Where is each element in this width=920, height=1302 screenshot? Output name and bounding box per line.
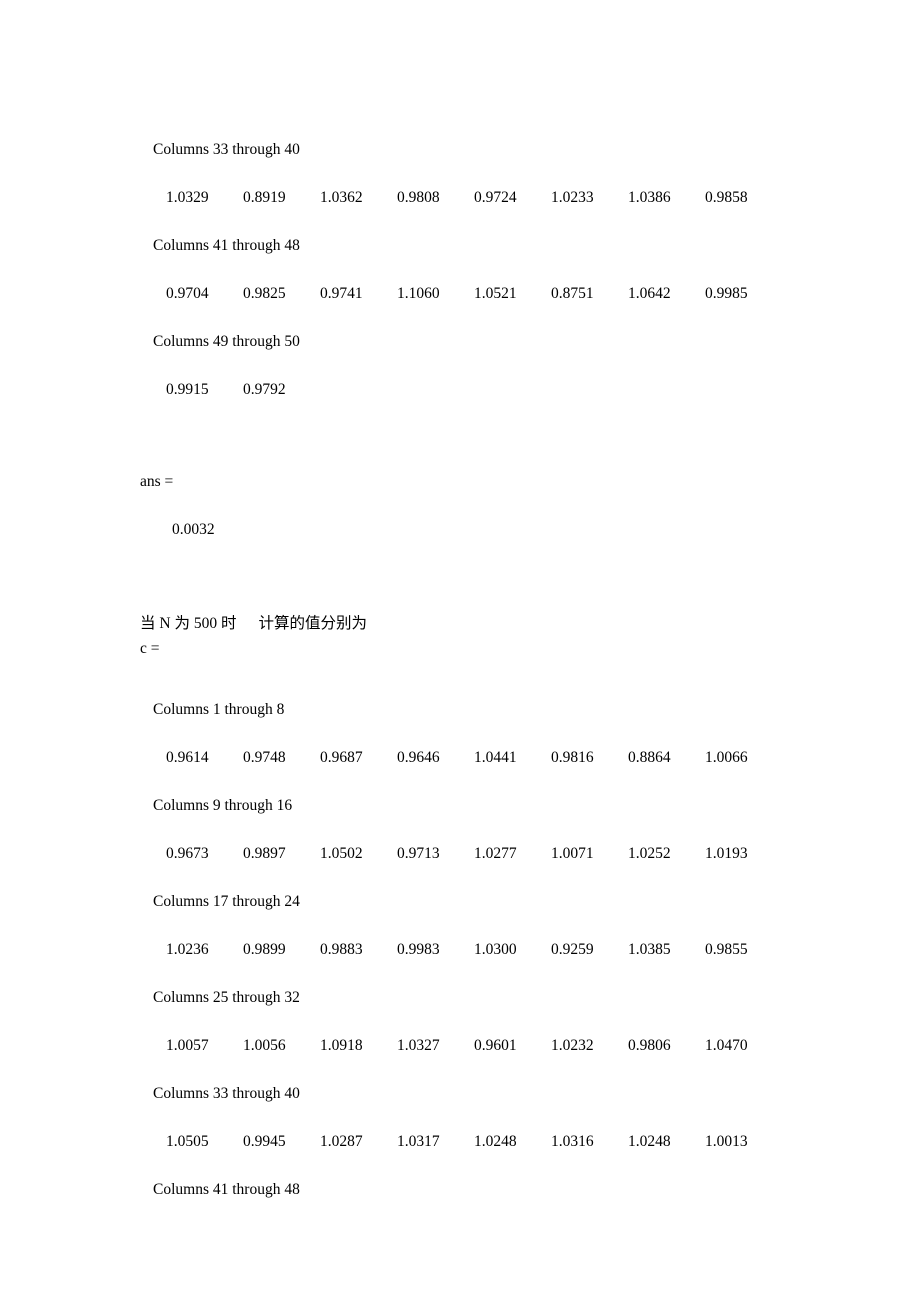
value-cell: 0.9985 — [705, 285, 748, 302]
columns-label: Columns 25 through 32 — [153, 989, 300, 1006]
value-cell: 1.0362 — [320, 189, 363, 206]
value-cell: 1.0441 — [474, 749, 517, 766]
columns-label: Columns 33 through 40 — [153, 1085, 300, 1102]
columns-label: Columns 1 through 8 — [153, 701, 285, 718]
value-cell: 1.0316 — [551, 1133, 594, 1150]
columns-label: Columns 49 through 50 — [153, 333, 300, 350]
columns-label: Columns 33 through 40 — [153, 141, 300, 158]
value-cell: 1.0502 — [320, 845, 363, 862]
value-cell: 1.0470 — [705, 1037, 748, 1054]
columns-label: Columns 41 through 48 — [153, 1181, 300, 1198]
value-cell: 1.0071 — [551, 845, 594, 862]
value-cell: 1.0248 — [628, 1133, 671, 1150]
values-row: 0.9673 0.9897 1.0502 0.9713 1.0277 1.0071 1.02… — [0, 830, 920, 878]
value-cell: 1.0248 — [474, 1133, 517, 1150]
value-cell: 1.0329 — [166, 189, 209, 206]
value-cell: 0.9858 — [705, 189, 748, 206]
value-cell: 1.0287 — [320, 1133, 363, 1150]
value-cell: 0.9673 — [166, 845, 209, 862]
value-cell: 0.9646 — [397, 749, 440, 766]
output-section-previous-n: Columns 33 through 40 1.0329 0.8919 1.0362… — [0, 126, 920, 414]
caption-prefix: 当 N 为 500 时 — [140, 615, 237, 632]
value-cell: 1.0057 — [166, 1037, 209, 1054]
values-row: 0.9915 0.9792 — [0, 366, 920, 414]
value-cell: 0.9808 — [397, 189, 440, 206]
value-cell: 1.0642 — [628, 285, 671, 302]
value-cell: 0.8864 — [628, 749, 671, 766]
value-cell: 0.9945 — [243, 1133, 286, 1150]
value-cell: 0.8919 — [243, 189, 286, 206]
value-cell: 1.0252 — [628, 845, 671, 862]
values-row: 1.0505 0.9945 1.0287 1.0317 1.0248 1.0316 1.02… — [0, 1118, 920, 1166]
values-row: 0.9704 0.9825 0.9741 1.1060 1.0521 0.8751 1.06… — [0, 270, 920, 318]
value-cell: 1.0505 — [166, 1133, 209, 1150]
value-cell: 0.9806 — [628, 1037, 671, 1054]
value-cell: 0.9713 — [397, 845, 440, 862]
value-cell: 1.0236 — [166, 941, 209, 958]
value-cell: 0.9704 — [166, 285, 209, 302]
value-cell: 1.0327 — [397, 1037, 440, 1054]
value-cell: 0.9899 — [243, 941, 286, 958]
value-cell: 0.9897 — [243, 845, 286, 862]
value-cell: 0.9883 — [320, 941, 363, 958]
value-cell: 0.9983 — [397, 941, 440, 958]
value-cell: 0.9741 — [320, 285, 363, 302]
value-cell: 1.0233 — [551, 189, 594, 206]
value-cell: 1.0918 — [320, 1037, 363, 1054]
value-cell: 1.0193 — [705, 845, 748, 862]
document-content: Columns 33 through 40 1.0329 0.8919 1.0362… — [0, 126, 920, 1214]
value-cell: 1.0521 — [474, 285, 517, 302]
value-cell: 1.1060 — [397, 285, 440, 302]
scalar-value: 0.0032 — [172, 521, 215, 538]
value-cell: 0.9825 — [243, 285, 286, 302]
value-cell: 0.9792 — [243, 381, 286, 398]
output-section-ans: ans = 0.0032 — [0, 458, 920, 554]
value-cell: 1.0232 — [551, 1037, 594, 1054]
value-cell: 0.9855 — [705, 941, 748, 958]
caption-suffix: 计算的值分别为 — [258, 615, 367, 632]
value-cell: 1.0386 — [628, 189, 671, 206]
value-cell: 0.9601 — [474, 1037, 517, 1054]
value-cell: 0.9748 — [243, 749, 286, 766]
value-cell: 1.0385 — [628, 941, 671, 958]
value-cell: 0.9614 — [166, 749, 209, 766]
chinese-caption: 当 N 为 500 时 计算的值分别为 — [0, 612, 920, 636]
output-section-n-500: 当 N 为 500 时 计算的值分别为 c = Columns 1 through… — [0, 612, 920, 1214]
value-cell: 1.0300 — [474, 941, 517, 958]
value-cell: 1.0277 — [474, 845, 517, 862]
document-page: Columns 33 through 40 1.0329 0.8919 1.0362… — [0, 0, 920, 1302]
variable-name: c = — [140, 640, 160, 657]
value-cell: 1.0013 — [705, 1133, 748, 1150]
values-row: 1.0236 0.9899 0.9883 0.9983 1.0300 0.9259 1.03… — [0, 926, 920, 974]
values-row: 0.9614 0.9748 0.9687 0.9646 1.0441 0.9816 0.88… — [0, 734, 920, 782]
columns-label: Columns 17 through 24 — [153, 893, 300, 910]
columns-label: Columns 41 through 48 — [153, 237, 300, 254]
columns-label: Columns 9 through 16 — [153, 797, 293, 814]
value-cell: 0.9915 — [166, 381, 209, 398]
value-cell: 0.9259 — [551, 941, 594, 958]
value-cell: 1.0056 — [243, 1037, 286, 1054]
value-cell: 0.9687 — [320, 749, 363, 766]
variable-name: ans = — [140, 473, 174, 490]
values-row: 1.0329 0.8919 1.0362 0.9808 0.9724 1.0233 1.03… — [0, 174, 920, 222]
values-row: 1.0057 1.0056 1.0918 1.0327 0.9601 1.0232 0.98… — [0, 1022, 920, 1070]
value-cell: 1.0317 — [397, 1133, 440, 1150]
value-cell: 1.0066 — [705, 749, 748, 766]
value-cell: 0.9816 — [551, 749, 594, 766]
value-cell: 0.9724 — [474, 189, 517, 206]
value-cell: 0.8751 — [551, 285, 594, 302]
